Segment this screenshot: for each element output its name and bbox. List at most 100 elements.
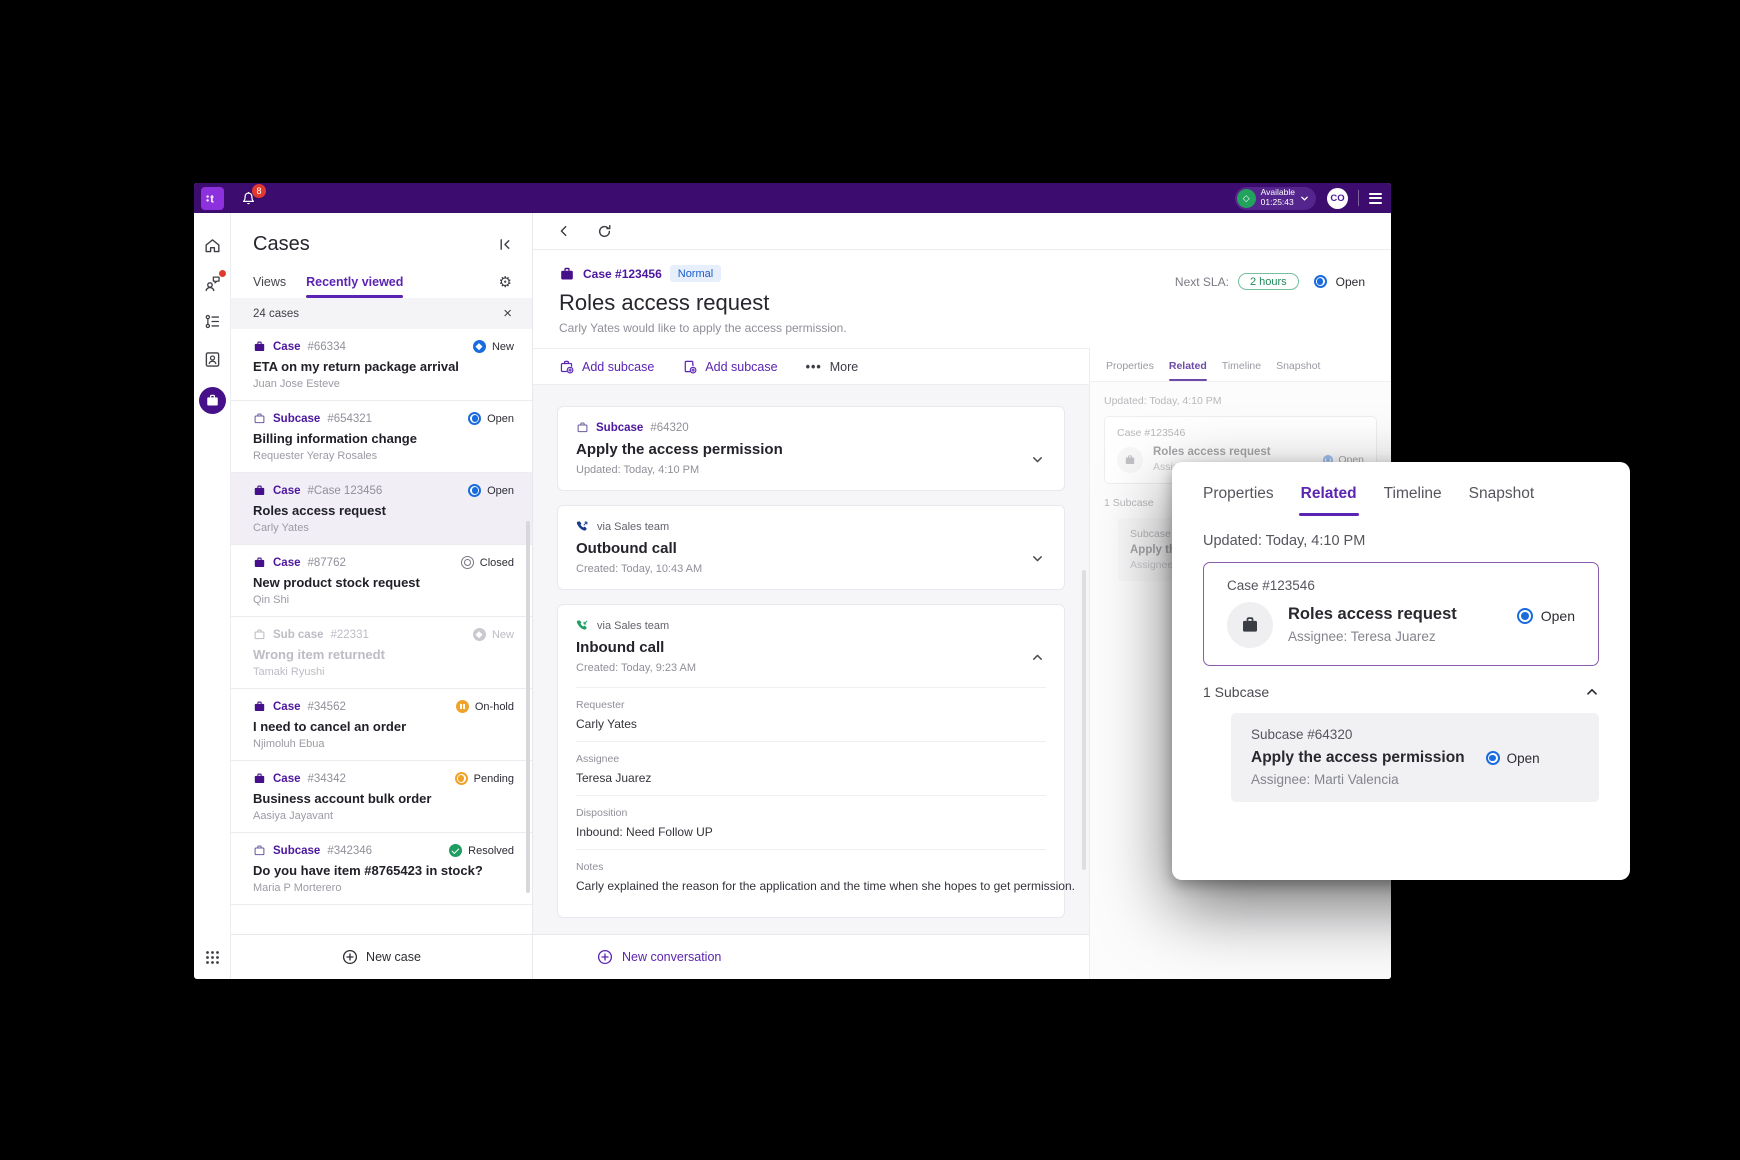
status-open-icon — [468, 484, 481, 497]
case-list-item[interactable]: Subcase#342346ResolvedDo you have item #… — [231, 833, 532, 905]
related-popup: PropertiesRelatedTimelineSnapshot Update… — [1172, 462, 1630, 880]
case-status-label[interactable]: Open — [1336, 275, 1365, 289]
main-toolbar — [533, 213, 1391, 250]
case-avatar-briefcase-icon — [1117, 447, 1143, 473]
popup-case-number: Case #123546 — [1227, 578, 1575, 593]
case-number: #87762 — [308, 557, 346, 569]
cases-tab-views[interactable]: Views — [253, 275, 286, 298]
case-person: Tamaki Ryushi — [253, 666, 514, 678]
user-avatar[interactable]: CO — [1327, 188, 1348, 209]
case-list-scrollbar[interactable] — [526, 521, 530, 893]
chevron-up-icon[interactable] — [1585, 685, 1599, 699]
cases-tab-recently-viewed[interactable]: Recently viewed — [306, 275, 403, 298]
inbound-call-card[interactable]: via Sales teamInbound callCreated: Today… — [557, 604, 1065, 918]
tab-snapshot[interactable]: Snapshot — [1276, 360, 1320, 381]
add-subcase-button[interactable]: Add subcase — [559, 359, 654, 374]
case-status: New — [473, 628, 514, 641]
field-disposition: DispositionInbound: Need Follow UP — [576, 795, 1046, 849]
settings-gear-icon[interactable]: ⚙ — [499, 273, 512, 298]
home-icon[interactable] — [202, 235, 222, 255]
case-status-label: On-hold — [475, 701, 514, 713]
case-status-label: Open — [487, 485, 514, 497]
action-label: More — [830, 360, 858, 374]
subcase-briefcase-icon — [253, 412, 266, 425]
collapse-panel-icon[interactable] — [497, 237, 512, 252]
popup-subcase-number: Subcase #64320 — [1251, 727, 1579, 742]
field-value: Carly Yates — [576, 717, 1046, 731]
conversations-icon[interactable] — [202, 273, 222, 293]
case-number-label: Case #123456 — [583, 267, 662, 281]
chevron-down-icon[interactable] — [1031, 453, 1044, 466]
tab-snapshot[interactable]: Snapshot — [1469, 485, 1535, 516]
case-title: New product stock request — [253, 575, 514, 590]
case-status-label: Pending — [474, 773, 514, 785]
related-case-number: Case #123546 — [1117, 427, 1364, 439]
contacts-icon[interactable] — [202, 349, 222, 369]
presence-timer: 01:25:43 — [1261, 197, 1294, 207]
popup-case-status: Open — [1541, 608, 1575, 624]
notification-count-badge: 8 — [252, 184, 266, 198]
back-icon[interactable] — [557, 224, 571, 238]
cases-icon-active[interactable] — [199, 387, 226, 414]
case-person: Aasiya Jayavant — [253, 810, 514, 822]
case-briefcase-icon — [253, 556, 266, 569]
case-list-item[interactable]: Case#87762ClosedNew product stock reques… — [231, 545, 532, 617]
sla-status-group: Next SLA: 2 hours Open — [1175, 265, 1365, 290]
notifications-bell-icon[interactable]: 8 — [240, 189, 258, 207]
outbound-call-card[interactable]: via Sales teamOutbound callCreated: Toda… — [557, 505, 1065, 590]
case-title: Roles access request — [253, 503, 514, 518]
inbound-call-icon — [576, 619, 589, 632]
case-status-label: New — [492, 629, 514, 641]
case-list-item[interactable]: Case#66334NewETA on my return package ar… — [231, 329, 532, 401]
case-list-item[interactable]: Case#34562On-holdI need to cancel an ord… — [231, 689, 532, 761]
case-list-item[interactable]: Case#34342PendingBusiness account bulk o… — [231, 761, 532, 833]
case-briefcase-icon — [253, 772, 266, 785]
talkdesk-logo-icon[interactable]: t — [201, 187, 224, 210]
tab-timeline[interactable]: Timeline — [1384, 485, 1442, 516]
chevron-down-icon[interactable] — [1031, 552, 1044, 565]
case-count-label: 24 cases — [253, 308, 299, 320]
case-title: Business account bulk order — [253, 791, 514, 806]
tab-properties[interactable]: Properties — [1203, 485, 1274, 516]
feed-scrollbar[interactable] — [1082, 570, 1086, 870]
tab-related[interactable]: Related — [1169, 360, 1207, 381]
refresh-icon[interactable] — [597, 224, 612, 239]
new-conversation-button[interactable]: New conversation — [533, 934, 1089, 979]
field-notes: NotesCarly explained the reason for the … — [576, 849, 1046, 903]
case-list-item[interactable]: Case#Case 123456OpenRoles access request… — [231, 473, 532, 545]
more-button[interactable]: •••More — [806, 360, 859, 374]
case-kind-label: Subcase — [273, 413, 320, 425]
app-menu-icon[interactable] — [1369, 190, 1382, 206]
case-title: Do you have item #8765423 in stock? — [253, 863, 514, 878]
case-status: New — [473, 340, 514, 353]
tab-timeline[interactable]: Timeline — [1222, 360, 1261, 381]
tab-related[interactable]: Related — [1301, 485, 1357, 516]
cases-panel-tabs: Views Recently viewed ⚙ — [231, 273, 532, 298]
popup-case-card[interactable]: Case #123546 Roles access request Assign… — [1203, 562, 1599, 666]
apply-the-access-permission-card[interactable]: Subcase#64320Apply the access permission… — [557, 406, 1065, 491]
add-subcase-button[interactable]: Add subcase — [682, 359, 777, 374]
action-label: Add subcase — [582, 360, 654, 374]
case-title: ETA on my return package arrival — [253, 359, 514, 374]
action-label: Add subcase — [705, 360, 777, 374]
presence-status-chip[interactable]: ◇ Available 01:25:43 — [1235, 187, 1316, 210]
card-title: Inbound call — [576, 639, 1046, 656]
case-number: #34342 — [308, 773, 346, 785]
status-closed-icon — [461, 556, 474, 569]
new-case-button[interactable]: New case — [231, 934, 532, 979]
popup-subcase-card[interactable]: Subcase #64320 Apply the access permissi… — [1231, 713, 1599, 802]
card-fields: RequesterCarly YatesAssigneeTeresa Juare… — [576, 687, 1046, 903]
presence-text: Available 01:25:43 — [1261, 188, 1295, 208]
field-value: Inbound: Need Follow UP — [576, 825, 1046, 839]
chevron-up-icon[interactable] — [1031, 651, 1044, 664]
card-title: Outbound call — [576, 540, 1046, 557]
outbound-call-icon — [576, 520, 589, 533]
case-number: #654321 — [327, 413, 372, 425]
sla-value-pill: 2 hours — [1238, 273, 1299, 290]
app-grid-icon[interactable] — [202, 947, 222, 967]
workflow-list-icon[interactable] — [202, 311, 222, 331]
case-list-item[interactable]: Subcase#654321OpenBilling information ch… — [231, 401, 532, 473]
tab-properties[interactable]: Properties — [1106, 360, 1154, 381]
case-list-item[interactable]: Sub case#22331NewWrong item returnedtTam… — [231, 617, 532, 689]
clear-filter-icon[interactable]: × — [503, 306, 512, 321]
